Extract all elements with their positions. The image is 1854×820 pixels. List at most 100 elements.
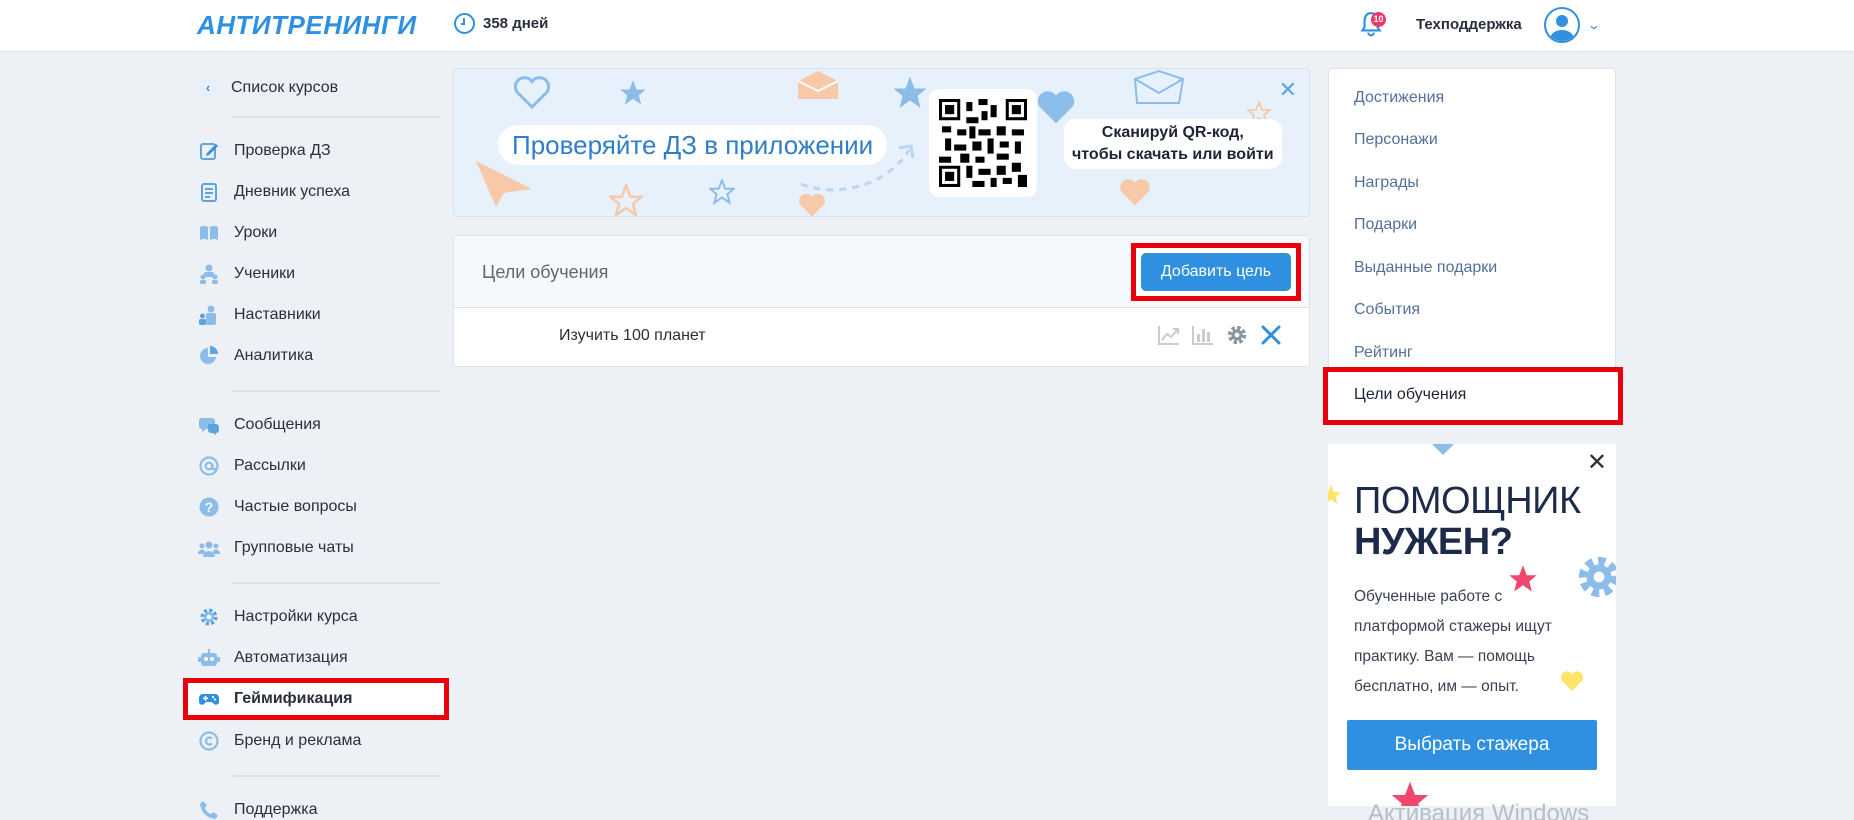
book-icon — [198, 222, 220, 244]
gamepad-icon — [198, 688, 220, 710]
menu-item-rewards[interactable]: Награды — [1354, 174, 1419, 192]
avatar[interactable] — [1544, 7, 1580, 43]
sidebar-item-brand[interactable]: Бренд и реклама — [185, 720, 445, 761]
heart-decoration — [1432, 444, 1454, 455]
svg-text:?: ? — [205, 499, 214, 515]
days-counter: 358 дней — [454, 13, 548, 34]
notifications-bell[interactable]: 10 — [1358, 10, 1388, 40]
scan-caption: Сканируй QR-код, чтобы скачать или войти — [1064, 119, 1282, 169]
sidebar-item-faq[interactable]: ? Частые вопросы — [185, 486, 445, 527]
sidebar-item-analytics[interactable]: Аналитика — [185, 335, 445, 376]
messages-icon — [198, 414, 220, 436]
sidebar-item-label: Рассылки — [234, 456, 306, 474]
left-sidebar: ‹ Список курсов Проверка ДЗ Дневник успе… — [183, 62, 449, 820]
menu-item-rating[interactable]: Рейтинг — [1354, 344, 1413, 362]
notification-badge: 10 — [1371, 12, 1386, 27]
chevron-down-icon[interactable]: ⌄ — [1587, 18, 1601, 32]
sidebar-item-automation[interactable]: Автоматизация — [185, 637, 445, 678]
students-icon — [198, 263, 220, 285]
clock-icon — [454, 13, 475, 34]
table-row[interactable]: Изучить 100 планет — [454, 309, 1309, 367]
sidebar-item-label: Геймификация — [234, 690, 353, 707]
goals-header: Цели обучения Добавить цель — [454, 236, 1309, 308]
promo-text: Обученные работе с платформой стажеры ищ… — [1354, 588, 1552, 695]
envelope-decoration — [797, 71, 839, 99]
envelope-outline-decoration — [1133, 69, 1185, 104]
sidebar-item-label: Сообщения — [234, 415, 321, 433]
sidebar-item-messages[interactable]: Сообщения — [185, 404, 445, 445]
close-icon[interactable]: ✕ — [1587, 448, 1607, 477]
sidebar-item-label: Проверка ДЗ — [234, 141, 331, 159]
heart-decoration — [1120, 179, 1150, 206]
group-chat-icon — [198, 537, 220, 559]
sidebar-item-mailings[interactable]: Рассылки — [185, 445, 445, 486]
back-label: Список курсов — [231, 79, 339, 96]
sidebar-item-label: Бренд и реклама — [234, 731, 362, 749]
sidebar-item-gamification[interactable]: Геймификация — [183, 678, 449, 720]
edit-icon — [198, 140, 220, 162]
back-to-courses[interactable]: ‹ Список курсов — [185, 72, 445, 104]
menu-item-learning-goals[interactable]: Цели обучения — [1323, 367, 1623, 425]
qr-code-icon — [939, 99, 1027, 187]
qr-code[interactable] — [929, 89, 1037, 197]
delete-icon[interactable] — [1260, 323, 1282, 347]
app-promo-banner[interactable]: Проверяйте ДЗ в приложении Сканируй QR-к… — [453, 68, 1310, 217]
sidebar-item-label: Поддержка — [234, 800, 318, 818]
star-decoration — [893, 76, 927, 108]
sidebar-item-label: Автоматизация — [234, 648, 348, 666]
gear-icon — [198, 606, 220, 628]
heart-decoration — [514, 76, 550, 109]
promo-title-line-1: ПОМОЩНИК — [1354, 480, 1581, 522]
copyright-icon — [198, 730, 220, 752]
banner-headline: Проверяйте ДЗ в приложении — [498, 125, 888, 165]
goal-name: Изучить 100 планет — [559, 327, 706, 344]
scan-line-2: чтобы скачать или войти — [1072, 146, 1274, 163]
logo[interactable]: АНТИТРЕНИНГИ — [197, 10, 417, 41]
sidebar-item-lessons[interactable]: Уроки — [185, 212, 445, 253]
trend-chart-icon[interactable] — [1158, 323, 1180, 347]
sidebar-item-support[interactable]: Поддержка — [185, 789, 445, 820]
scan-line-1: Сканируй QR-код, — [1101, 124, 1244, 141]
add-goal-button[interactable]: Добавить цель — [1141, 253, 1291, 291]
sidebar-item-label: Ученики — [234, 264, 296, 282]
bar-chart-icon[interactable] — [1192, 323, 1214, 347]
menu-item-achievements[interactable]: Достижения — [1354, 89, 1444, 107]
menu-item-events[interactable]: События — [1354, 301, 1420, 319]
sidebar-item-label: Уроки — [234, 223, 278, 241]
star-decoration — [620, 80, 646, 105]
windows-activation-watermark: Активация Windows — [1368, 800, 1590, 820]
goals-title: Цели обучения — [482, 262, 609, 282]
menu-item-characters[interactable]: Персонажи — [1354, 131, 1438, 149]
heart-decoration — [799, 193, 825, 216]
sidebar-item-label: Групповые чаты — [234, 538, 354, 556]
user-name[interactable]: Техподдержка — [1416, 16, 1522, 33]
paper-plane-decoration — [476, 161, 532, 207]
star-outline-decoration — [609, 184, 643, 216]
close-icon[interactable]: ✕ — [1279, 77, 1297, 103]
sidebar-item-group-chats[interactable]: Групповые чаты — [185, 527, 445, 568]
days-label: 358 дней — [483, 15, 549, 32]
pie-chart-icon — [198, 345, 220, 367]
chevron-left-icon: ‹ — [197, 77, 219, 99]
sidebar-item-label: Дневник успеха — [234, 182, 351, 200]
choose-intern-button[interactable]: Выбрать стажера — [1347, 720, 1597, 770]
star-outline-decoration — [709, 179, 735, 205]
sidebar-item-homework[interactable]: Проверка ДЗ — [185, 130, 445, 171]
top-bar: АНТИТРЕНИНГИ 358 дней 10 Техподдержка ⌄ — [0, 0, 1854, 52]
sidebar-item-students[interactable]: Ученики — [185, 253, 445, 294]
sidebar-item-label: Наставники — [234, 305, 321, 323]
promo-title-line-2: НУЖЕН? — [1354, 521, 1513, 563]
sidebar-item-mentors[interactable]: Наставники — [185, 294, 445, 335]
sidebar-item-success-diary[interactable]: Дневник успеха — [185, 171, 445, 212]
mentors-icon — [198, 304, 220, 326]
menu-item-gifts[interactable]: Подарки — [1354, 216, 1417, 234]
sidebar-item-course-settings[interactable]: Настройки курса — [185, 596, 445, 637]
sidebar-item-label: Частые вопросы — [234, 497, 357, 515]
mentor-promo: ✕ ПОМОЩНИК НУЖЕН? Обученные работе с пла… — [1328, 444, 1616, 806]
gear-icon[interactable] — [1226, 323, 1248, 347]
add-goal-highlight: Добавить цель — [1131, 243, 1301, 301]
menu-item-issued-gifts[interactable]: Выданные подарки — [1354, 259, 1497, 277]
phone-icon — [198, 799, 220, 820]
learning-goals-card: Цели обучения Добавить цель Изучить 100 … — [453, 235, 1310, 367]
question-icon: ? — [198, 496, 220, 518]
